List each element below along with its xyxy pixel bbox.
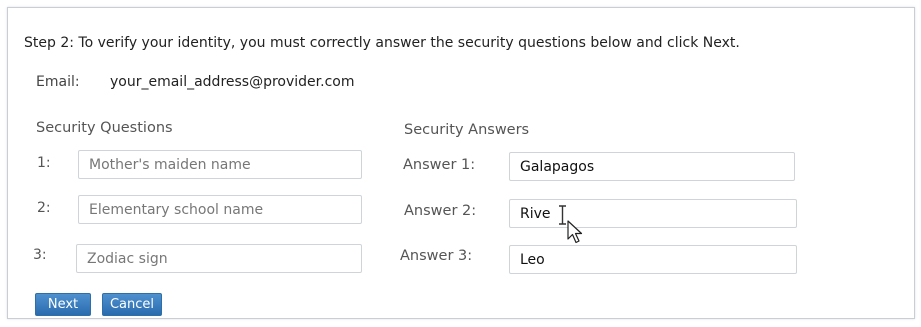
next-button[interactable]: Next [35,293,91,316]
cancel-button[interactable]: Cancel [102,293,162,316]
question-1-number: 1: [37,155,51,171]
security-questions-header: Security Questions [36,120,173,136]
text-cursor-icon [559,205,566,225]
answer-1-field[interactable] [509,152,795,181]
answer-1-label: Answer 1: [403,157,476,173]
email-label: Email: [36,74,80,90]
answer-3-label: Answer 3: [400,248,473,264]
question-2-field[interactable] [78,195,362,224]
answer-3-field[interactable] [509,245,797,274]
question-1-field[interactable] [78,150,362,179]
security-answers-header: Security Answers [404,122,530,138]
answer-2-field[interactable] [509,199,797,228]
question-3-field[interactable] [76,244,362,273]
question-3-number: 3: [33,247,47,263]
answer-2-label: Answer 2: [404,203,477,219]
question-2-number: 2: [37,200,51,216]
mouse-pointer-icon [567,220,583,244]
email-value: your_email_address@provider.com [110,74,355,90]
step-instructions: Step 2: To verify your identity, you mus… [24,35,740,51]
